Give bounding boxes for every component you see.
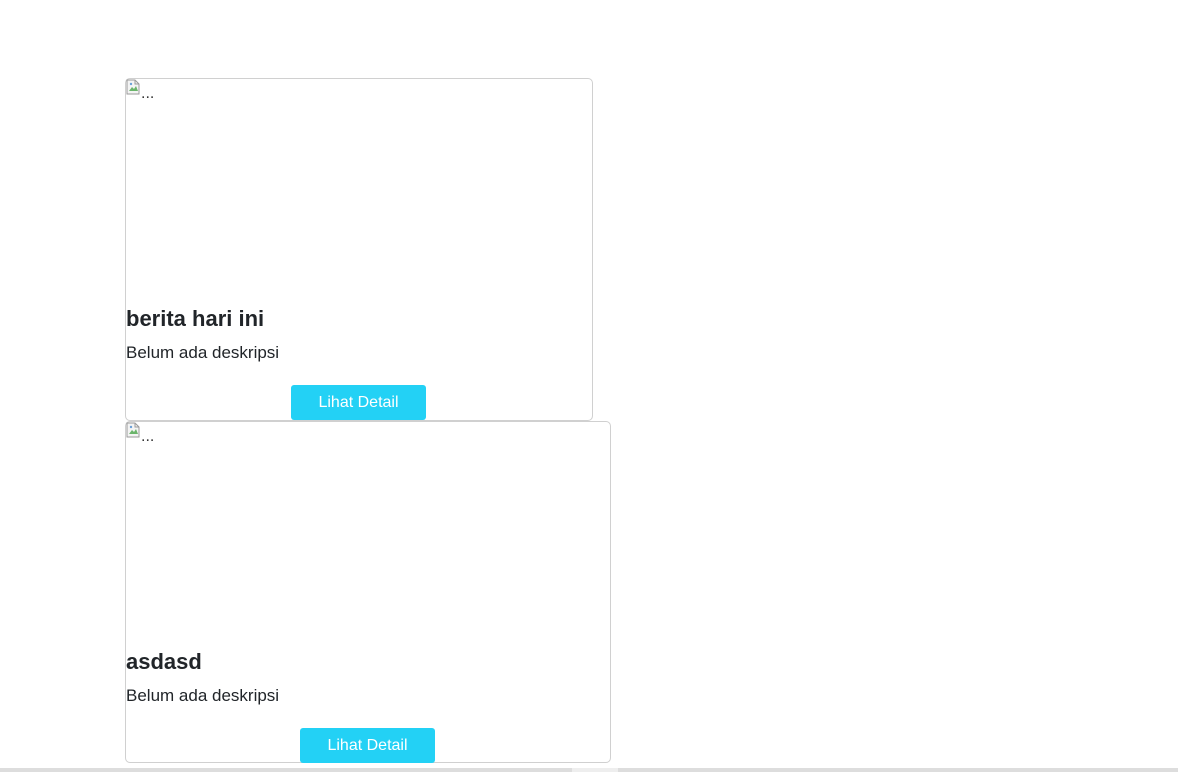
card-description: Belum ada deskripsi: [126, 686, 280, 705]
card-title: asdasd: [126, 649, 202, 674]
card-description: Belum ada deskripsi: [126, 343, 280, 362]
broken-image-icon: [126, 79, 140, 95]
view-detail-button[interactable]: Lihat Detail: [291, 385, 426, 420]
image-alt-text: ...: [141, 85, 155, 102]
scrollbar-thumb[interactable]: [572, 768, 618, 772]
horizontal-scrollbar[interactable]: [0, 768, 1178, 772]
card-title: berita hari ini: [126, 306, 265, 331]
news-card: ... berita hari ini Belum ada deskripsi …: [125, 78, 593, 421]
image-alt-text: ...: [141, 428, 155, 445]
view-detail-button[interactable]: Lihat Detail: [300, 728, 435, 763]
card-image: ...: [126, 422, 154, 445]
card-image: ...: [126, 79, 154, 102]
news-card: ... asdasd Belum ada deskripsi Lihat Det…: [125, 421, 611, 763]
broken-image-icon: [126, 422, 140, 438]
